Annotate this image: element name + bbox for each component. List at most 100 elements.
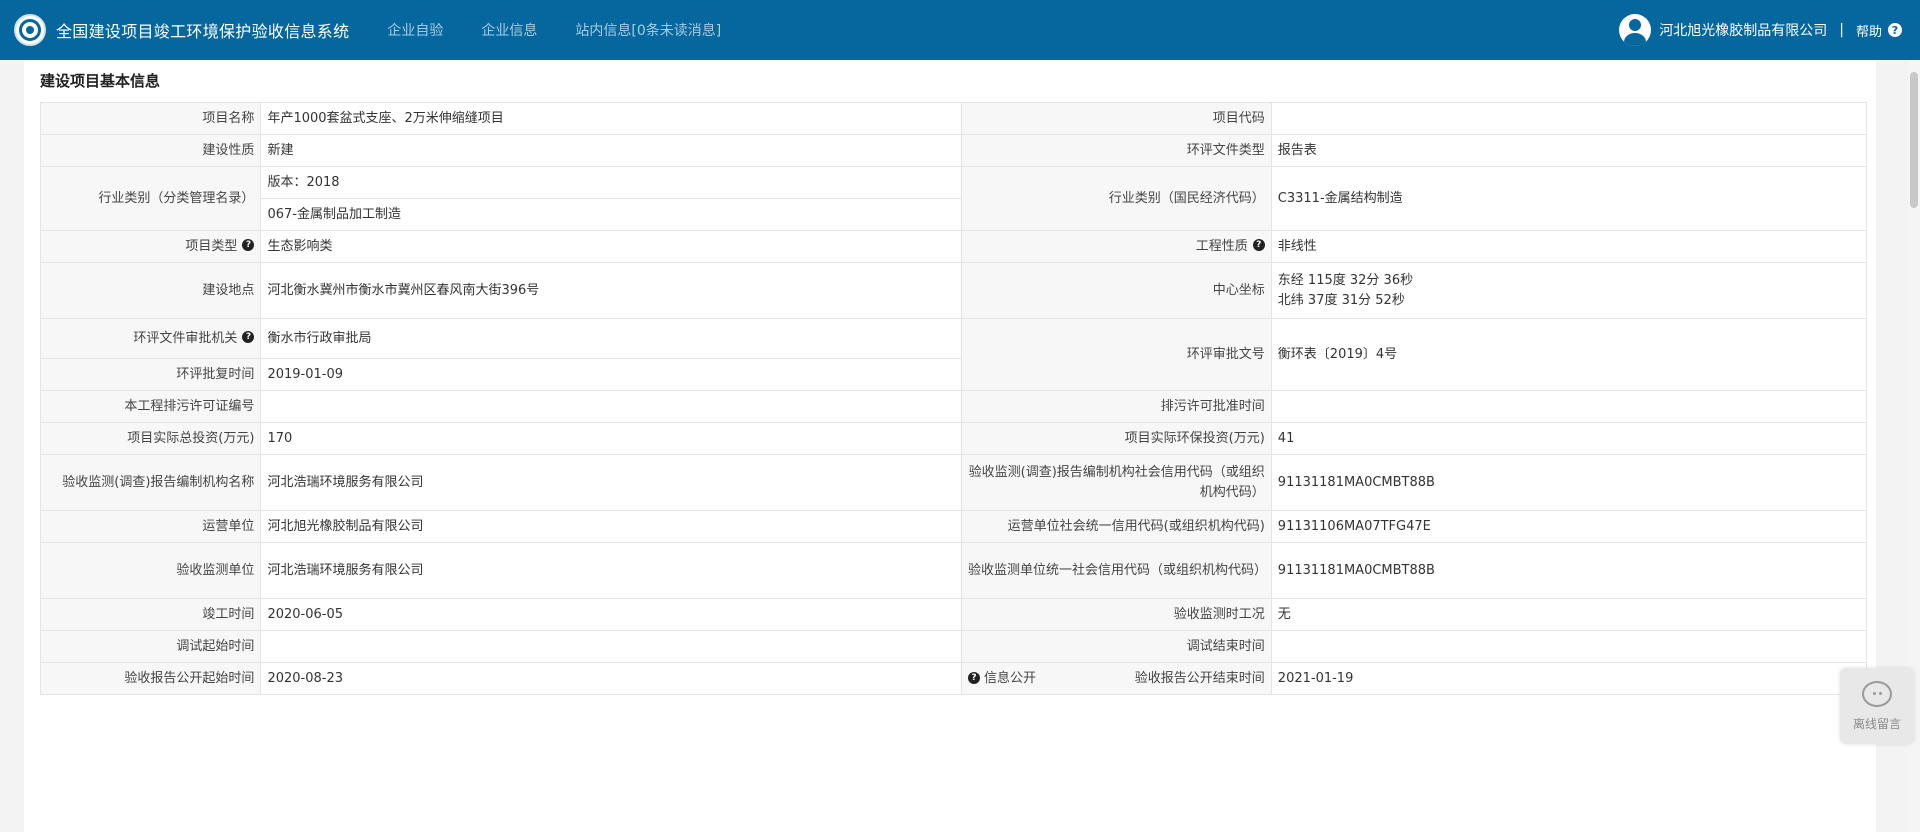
field-label: 项目代码: [960, 102, 1272, 135]
pub-start-value: 2020-08-23: [260, 662, 962, 695]
table-row: 项目类型? 生态影响类 工程性质? 非线性: [39, 230, 1868, 263]
field-label: 建设性质: [39, 134, 262, 167]
question-circle-icon[interactable]: ?: [242, 239, 255, 251]
project-type-value: 生态影响类: [260, 230, 962, 263]
project-code-value: [1270, 102, 1868, 135]
industry-econ-value: C3311-金属结构制造: [1270, 166, 1868, 231]
question-circle-icon[interactable]: ?: [967, 671, 980, 684]
industry-version-value: 版本：2018: [260, 166, 962, 199]
field-label: 排污许可批准时间: [960, 390, 1272, 423]
field-label: 环评文件审批机关: [133, 330, 238, 346]
info-public-label: 信息公开: [983, 670, 1036, 686]
help-link[interactable]: 帮助 ?: [1856, 21, 1902, 40]
field-label: 验收监测单位: [39, 542, 262, 599]
field-label: 调试结束时间: [960, 630, 1272, 663]
header-user-area: 河北旭光橡胶制品有限公司 | 帮助 ?: [1619, 14, 1902, 46]
field-label: 调试起始时间: [39, 630, 262, 663]
table-row: 建设性质 新建 环评文件类型 报告表: [39, 134, 1868, 167]
field-label: 验收监测(调查)报告编制机构名称: [39, 454, 262, 511]
table-row: 验收监测单位 河北浩瑞环境服务有限公司 验收监测单位统一社会信用代码（或组织机构…: [39, 542, 1868, 599]
center-longitude: 东经 115度 32分 36秒: [1277, 272, 1414, 288]
table-row: 建设地点 河北衡水冀州市衡水市冀州区春风南大街396号 中心坐标 东经 115度…: [39, 262, 1868, 319]
user-avatar-icon[interactable]: [1619, 14, 1652, 46]
total-invest-value: 170: [260, 422, 962, 455]
monitor-condition-value: 无: [1270, 598, 1868, 631]
field-label: 项目类型: [185, 238, 238, 254]
section-title: 建设项目基本信息: [40, 72, 161, 90]
report-org-value: 河北浩瑞环境服务有限公司: [260, 454, 962, 511]
field-label: 验收报告公开起始时间: [39, 662, 262, 695]
field-label-with-help: 环评文件审批机关?: [39, 318, 262, 359]
field-label: 验收监测单位统一社会信用代码（或组织机构代码）: [960, 542, 1272, 599]
eng-nature-value: 非线性: [1270, 230, 1868, 263]
field-label: 行业类别（国民经济代码）: [960, 166, 1272, 231]
header-separator: |: [1839, 22, 1844, 38]
field-label: 运营单位: [39, 510, 262, 543]
table-row: 行业类别（分类管理名录） 版本：2018 行业类别（国民经济代码） C3311-…: [39, 166, 1868, 231]
system-logo-icon: [14, 14, 46, 46]
report-org-code-value: 91131181MA0CMBT88B: [1270, 454, 1868, 511]
nav-company-info[interactable]: 企业信息: [481, 20, 537, 40]
operator-code-value: 91131106MA07TFG47E: [1270, 510, 1868, 543]
field-label: 建设地点: [39, 262, 262, 319]
field-label-with-tag: ? 信息公开 验收报告公开结束时间: [960, 662, 1272, 695]
table-row: 项目实际总投资(万元) 170 项目实际环保投资(万元) 41: [39, 422, 1868, 455]
field-label: 环评批复时间: [39, 358, 262, 391]
scrollbar-thumb[interactable]: [1910, 72, 1918, 208]
eia-approval-date-value: 2019-01-09: [260, 358, 962, 391]
field-label: 本工程排污许可证编号: [39, 390, 262, 423]
system-title: 全国建设项目竣工环境保护验收信息系统: [56, 22, 350, 41]
completion-date-value: 2020-06-05: [260, 598, 962, 631]
table-row: 验收报告公开起始时间 2020-08-23 ? 信息公开 验收报告公开结束时间 2…: [39, 662, 1868, 695]
field-label: 验收报告公开结束时间: [1134, 670, 1265, 686]
field-label: 环评文件类型: [960, 134, 1272, 167]
field-label: 验收监测时工况: [960, 598, 1272, 631]
debug-start-value: [260, 630, 962, 663]
field-label-with-help: 工程性质?: [960, 230, 1272, 263]
monitor-org-code-value: 91131181MA0CMBT88B: [1270, 542, 1868, 599]
table-row: 本工程排污许可证编号 排污许可批准时间: [39, 390, 1868, 423]
field-label: 项目实际环保投资(万元): [960, 422, 1272, 455]
build-nature-value: 新建: [260, 134, 962, 167]
table-row: 调试起始时间 调试结束时间: [39, 630, 1868, 663]
monitor-org-value: 河北浩瑞环境服务有限公司: [260, 542, 962, 599]
table-row: 验收监测(调查)报告编制机构名称 河北浩瑞环境服务有限公司 验收监测(调查)报告…: [39, 454, 1868, 511]
top-header: 全国建设项目竣工环境保护验收信息系统 企业自验 企业信息 站内信息[0条未读消息…: [0, 0, 1920, 60]
table-row: 运营单位 河北旭光橡胶制品有限公司 运营单位社会统一信用代码(或组织机构代码) …: [39, 510, 1868, 543]
permit-date-value: [1270, 390, 1868, 423]
offline-message-label: 离线留言: [1852, 716, 1901, 731]
eia-approval-no-value: 衡环表〔2019〕4号: [1270, 318, 1868, 391]
field-label: 运营单位社会统一信用代码(或组织机构代码): [960, 510, 1272, 543]
field-label: 项目实际总投资(万元): [39, 422, 262, 455]
help-question-icon: ?: [1888, 23, 1902, 37]
info-public-tag[interactable]: ? 信息公开: [967, 669, 1036, 689]
offline-message-widget[interactable]: 离线留言: [1840, 668, 1914, 744]
field-label: 行业类别（分类管理名录）: [39, 166, 262, 231]
field-label: 中心坐标: [960, 262, 1272, 319]
chat-bubble-icon: [1862, 680, 1892, 707]
operator-value: 河北旭光橡胶制品有限公司: [260, 510, 962, 543]
center-coord-value: 东经 115度 32分 36秒 北纬 37度 31分 52秒: [1270, 262, 1868, 319]
debug-end-value: [1270, 630, 1868, 663]
field-label: 环评审批文号: [960, 318, 1272, 391]
field-label: 工程性质: [1195, 238, 1248, 254]
table-row: 环评文件审批机关? 衡水市行政审批局 环评审批文号 衡环表〔2019〕4号: [39, 318, 1868, 391]
industry-cat-value: 067-金属制品加工制造: [260, 198, 962, 231]
main-content: 建设项目基本信息 项目名称 年产1000套盆式支座、2万米伸缩缝项目 项目代码 …: [24, 60, 1876, 832]
company-name[interactable]: 河北旭光橡胶制品有限公司: [1659, 20, 1827, 40]
project-name-value: 年产1000套盆式支座、2万米伸缩缝项目: [260, 102, 962, 135]
eia-doc-type-value: 报告表: [1270, 134, 1868, 167]
question-circle-icon[interactable]: ?: [242, 331, 255, 343]
nav-self-acceptance[interactable]: 企业自验: [387, 20, 443, 40]
permit-no-value: [260, 390, 962, 423]
env-invest-value: 41: [1270, 422, 1868, 455]
project-info-table: 项目名称 年产1000套盆式支座、2万米伸缩缝项目 项目代码 建设性质 新建 环…: [39, 102, 1868, 695]
table-row: 竣工时间 2020-06-05 验收监测时工况 无: [39, 598, 1868, 631]
field-label: 验收监测(调查)报告编制机构社会信用代码（或组织机构代码）: [960, 454, 1272, 511]
eia-authority-value: 衡水市行政审批局: [260, 318, 962, 359]
question-circle-icon[interactable]: ?: [1252, 239, 1265, 251]
field-label: 竣工时间: [39, 598, 262, 631]
nav-site-messages[interactable]: 站内信息[0条未读消息]: [575, 20, 721, 40]
field-label: 项目名称: [39, 102, 262, 135]
table-row: 项目名称 年产1000套盆式支座、2万米伸缩缝项目 项目代码: [39, 102, 1868, 135]
